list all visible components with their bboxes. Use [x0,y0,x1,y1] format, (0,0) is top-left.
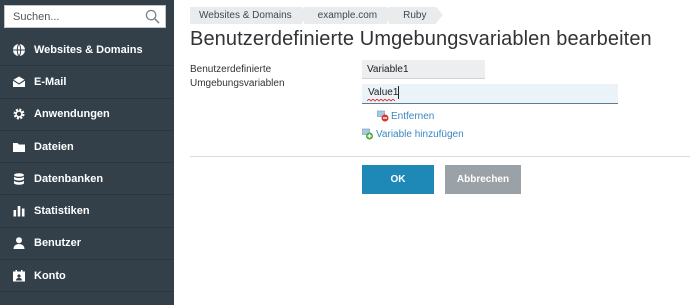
sidebar-item-databases[interactable]: Datenbanken [0,163,174,196]
page-title: Benutzerdefinierte Umgebungsvariablen be… [190,28,652,50]
sidebar-item-label: E-Mail [34,75,67,88]
sidebar-item-files[interactable]: Dateien [0,131,174,164]
sidebar-item-statistics[interactable]: Statistiken [0,195,174,228]
add-variable-link[interactable]: Variable hinzufügen [362,128,464,140]
breadcrumb-item-ruby[interactable]: Ruby [389,7,444,24]
search-box [4,5,166,28]
sidebar-item-label: Konto [34,269,66,282]
sidebar: Websites & Domains E-Mail Anwendungen [0,0,174,305]
breadcrumb-item-domain[interactable]: example.com [303,7,395,24]
add-icon [362,128,373,140]
field-label-line1: Benutzerdefinierte [190,64,272,75]
sidebar-item-users[interactable]: Benutzer [0,228,174,261]
remove-variable-label: Entfernen [391,110,435,122]
cancel-button[interactable]: Abbrechen [445,165,521,194]
ok-button[interactable]: OK [362,165,434,194]
search-icon[interactable] [145,9,160,24]
variable-value-input[interactable] [362,84,618,104]
add-variable-label: Variable hinzufügen [376,128,464,140]
sidebar-item-label: Datenbanken [34,172,104,185]
sidebar-item-websites-domains[interactable]: Websites & Domains [0,34,174,67]
field-label: Benutzerdefinierte Umgebungsvariablen [190,63,340,91]
app: Websites & Domains E-Mail Anwendungen [0,0,690,305]
sidebar-item-applications[interactable]: Anwendungen [0,99,174,131]
search-input[interactable] [5,6,143,27]
sidebar-item-account[interactable]: Konto [0,260,174,293]
user-icon [12,236,26,250]
sidebar-item-email[interactable]: E-Mail [0,66,174,99]
bar-chart-icon [12,204,26,218]
folder-icon [12,140,26,154]
database-icon [12,172,26,186]
remove-variable-link[interactable]: Entfernen [377,110,434,122]
remove-icon [377,110,389,122]
account-card-icon [12,269,26,283]
sidebar-item-label: Benutzer [34,237,82,250]
gear-icon [12,107,26,121]
breadcrumb-item-websites-domains[interactable]: Websites & Domains [190,7,309,24]
sidebar-nav: Websites & Domains E-Mail Anwendungen Da… [0,34,174,293]
breadcrumb: Websites & Domains example.com Ruby [190,7,444,24]
sidebar-item-label: Statistiken [34,205,90,218]
main-content: Websites & Domains example.com Ruby Benu… [174,0,690,305]
envelope-icon [12,75,26,89]
globe-icon [12,43,26,57]
sidebar-item-label: Websites & Domains [34,43,143,56]
sidebar-item-label: Anwendungen [34,108,110,121]
form-divider [190,156,690,157]
sidebar-item-label: Dateien [34,140,74,153]
field-label-line2: Umgebungsvariablen [190,78,285,89]
variable-name-input[interactable] [362,60,485,79]
